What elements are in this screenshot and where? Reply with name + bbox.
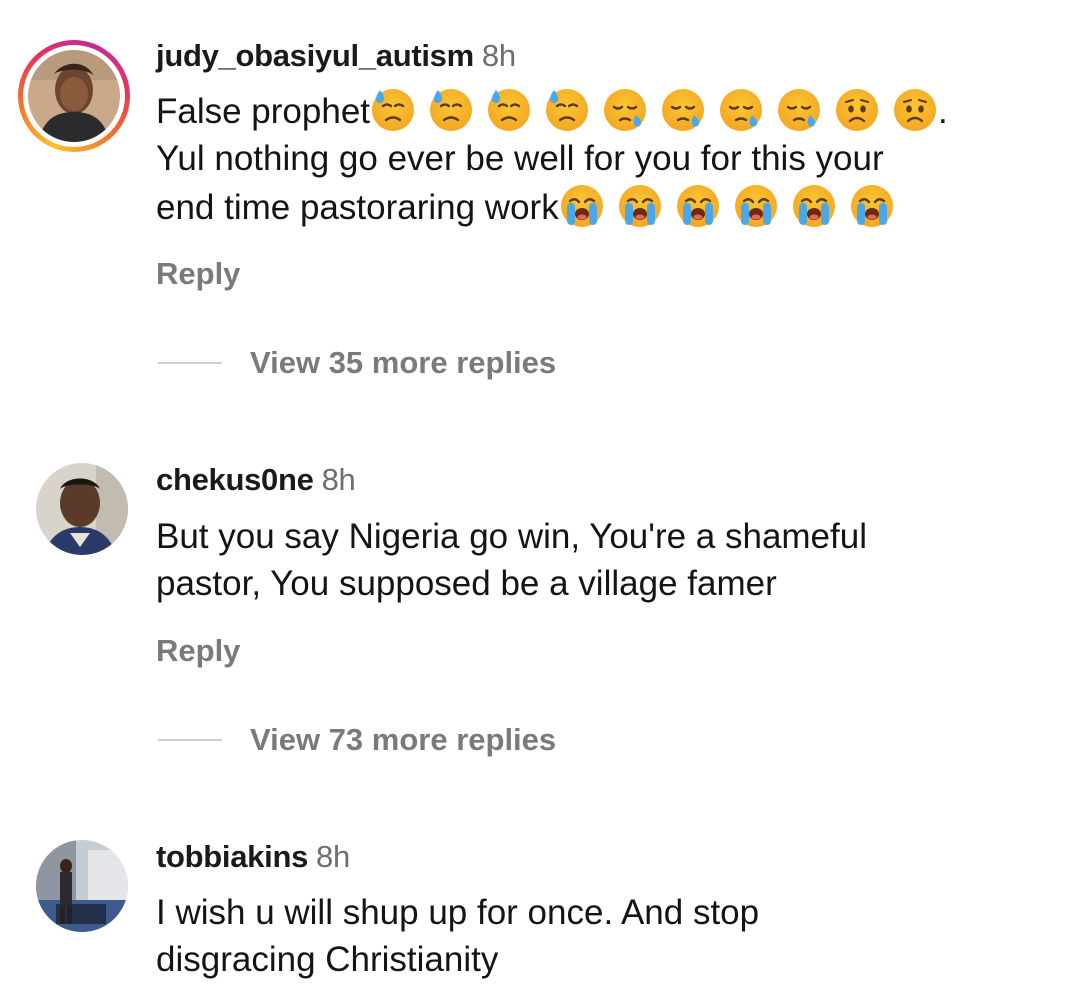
reply-button[interactable]: Reply [156, 633, 240, 669]
loudly-crying-emoji [559, 183, 605, 229]
comment-timestamp: 8h [321, 462, 356, 497]
comment-text: I wish u will shup up for once. And stop [156, 893, 760, 932]
view-more-replies-button[interactable]: View 73 more replies [158, 722, 556, 758]
sleepy-face-emoji [776, 87, 822, 133]
avatar[interactable] [28, 50, 120, 142]
loudly-crying-emoji [617, 183, 663, 229]
reply-button[interactable]: Reply [156, 256, 240, 292]
divider-line [158, 739, 222, 741]
comment-username[interactable]: chekus0ne 8h [156, 462, 356, 498]
view-more-replies-label[interactable]: View 73 more replies [250, 722, 556, 758]
comment-text: pastor, You supposed be a village famer [156, 564, 777, 603]
loudly-crying-emoji [675, 183, 721, 229]
avatar[interactable] [36, 840, 128, 932]
view-more-replies-label[interactable]: View 35 more replies [250, 345, 556, 381]
comment-username[interactable]: judy_obasiyul_autism 8h [156, 38, 516, 74]
comment-username[interactable]: tobbiakins 8h [156, 839, 350, 875]
sleepy-face-emoji [602, 87, 648, 133]
comment-timestamp: 8h [316, 839, 350, 874]
worried-face-emoji [834, 87, 880, 133]
downcast-sweat-emoji [486, 87, 532, 133]
comment-text: False prophet. [156, 87, 948, 135]
comment-text: end time pastoraring work [156, 183, 895, 231]
comment-timestamp: 8h [481, 38, 516, 73]
emoji-row [370, 89, 938, 131]
sleepy-face-emoji [660, 87, 706, 133]
sleepy-face-emoji [718, 87, 764, 133]
loudly-crying-emoji [733, 183, 779, 229]
downcast-sweat-emoji [428, 87, 474, 133]
avatar[interactable] [36, 463, 128, 555]
downcast-sweat-emoji [370, 87, 416, 133]
comment-text: But you say Nigeria go win, You're a sha… [156, 517, 867, 556]
comment-text: Yul nothing go ever be well for you for … [156, 139, 884, 178]
divider-line [158, 362, 222, 364]
view-more-replies-button[interactable]: View 35 more replies [158, 345, 556, 381]
downcast-sweat-emoji [544, 87, 590, 133]
avatar-story-ring[interactable] [18, 40, 130, 152]
loudly-crying-emoji [849, 183, 895, 229]
loudly-crying-emoji [791, 183, 837, 229]
comment-text: disgracing Christianity [156, 940, 499, 979]
emoji-row [559, 185, 895, 227]
worried-face-emoji [892, 87, 938, 133]
